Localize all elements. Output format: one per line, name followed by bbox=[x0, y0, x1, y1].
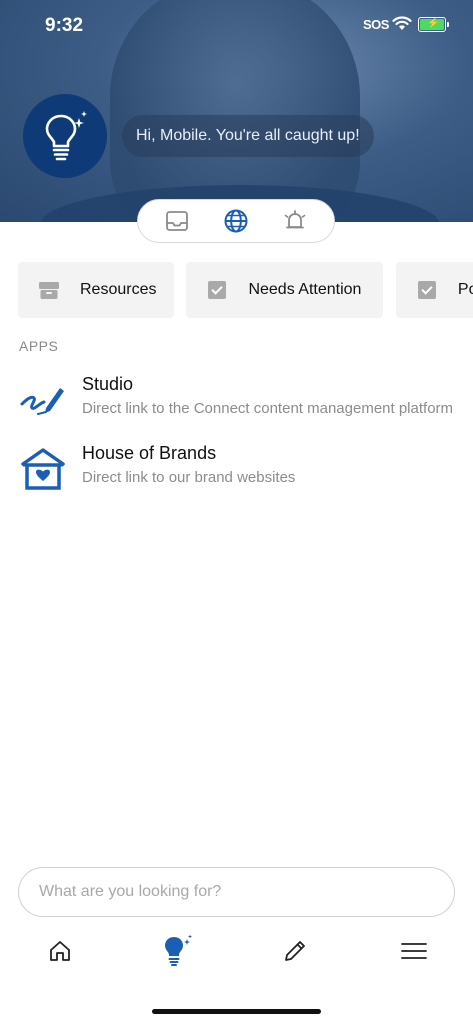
list-item-house-of-brands[interactable]: House of Brands Direct link to our brand… bbox=[0, 437, 473, 497]
quick-filter-chips: Resources Needs Attention Poll bbox=[18, 262, 473, 318]
globe-icon bbox=[224, 209, 248, 233]
checkbox-icon bbox=[416, 279, 438, 301]
chip-needs-attention[interactable]: Needs Attention bbox=[186, 262, 384, 318]
segment-globe[interactable] bbox=[216, 201, 256, 241]
status-time: 9:32 bbox=[45, 15, 84, 36]
avatar[interactable] bbox=[23, 94, 107, 178]
home-icon bbox=[50, 941, 70, 961]
tab-discover[interactable] bbox=[156, 931, 196, 971]
section-title-apps: APPS bbox=[19, 338, 59, 354]
app-description: Direct link to our brand websites bbox=[82, 469, 296, 486]
app-description: Direct link to the Connect content manag… bbox=[82, 400, 454, 417]
status-sos: SOS bbox=[363, 17, 389, 32]
checkbox-icon bbox=[206, 279, 228, 301]
chip-poll[interactable]: Poll bbox=[395, 262, 473, 318]
list-item-studio[interactable]: Studio Direct link to the Connect conten… bbox=[0, 368, 473, 428]
tab-menu[interactable] bbox=[394, 931, 434, 971]
status-bar: 9:32 SOS ⚡ bbox=[0, 0, 473, 50]
menu-icon bbox=[401, 943, 427, 959]
wifi-icon bbox=[392, 16, 412, 30]
segment-alerts[interactable] bbox=[275, 201, 315, 241]
bell-icon bbox=[284, 210, 305, 229]
archive-box-icon bbox=[38, 279, 60, 301]
search-input[interactable] bbox=[18, 867, 455, 917]
house-heart-icon bbox=[21, 448, 65, 490]
lightbulb-icon bbox=[165, 934, 192, 966]
app-title: House of Brands bbox=[82, 443, 217, 463]
chip-label: Resources bbox=[80, 281, 157, 298]
home-indicator bbox=[152, 1009, 321, 1014]
feed-segmented-control bbox=[137, 199, 335, 243]
app-title: Studio bbox=[82, 374, 134, 394]
header-hero: 9:32 SOS ⚡ Hi, Mobile. You're all caught… bbox=[0, 0, 473, 222]
tab-home[interactable] bbox=[40, 931, 80, 971]
chip-label: Needs Attention bbox=[248, 281, 362, 298]
bottom-tab-bar bbox=[0, 925, 473, 977]
greeting-message: Hi, Mobile. You're all caught up! bbox=[122, 115, 374, 157]
lightbulb-sparkle-icon bbox=[45, 111, 87, 161]
chip-resources[interactable]: Resources bbox=[18, 262, 174, 318]
tab-create[interactable] bbox=[275, 931, 315, 971]
chip-label: Poll bbox=[457, 281, 473, 298]
pencil-icon bbox=[285, 941, 305, 961]
inbox-icon bbox=[166, 211, 189, 231]
battery-icon: ⚡ bbox=[418, 17, 449, 32]
segment-inbox[interactable] bbox=[157, 201, 197, 241]
pen-signature-icon bbox=[20, 388, 64, 415]
